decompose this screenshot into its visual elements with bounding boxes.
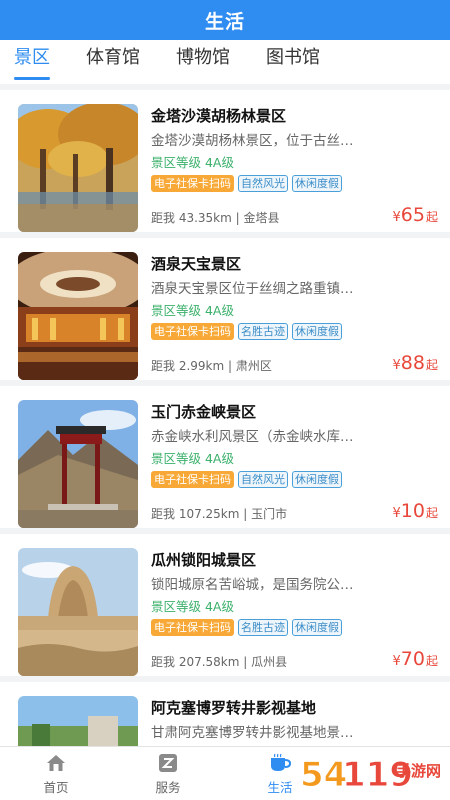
- tag-category: 休闲度假: [292, 323, 342, 340]
- scenic-name: 酒泉天宝景区: [151, 255, 242, 273]
- scenic-price: ¥ 70 起: [393, 648, 438, 670]
- watermark-logo: 54 119 手游网: [296, 746, 446, 798]
- scenic-name: 玉门赤金峡景区: [151, 403, 257, 421]
- scenic-meta-row: 距我 107.25km | 玉门市 ¥ 10 起: [151, 500, 438, 522]
- tab-stadium[interactable]: 体育馆: [86, 40, 140, 84]
- tabbar-item-home[interactable]: 首页: [0, 747, 112, 800]
- category-tabs: 景区 体育馆 博物馆 图书馆: [0, 40, 450, 84]
- price-unit: 起: [425, 506, 438, 520]
- price-currency: ¥: [392, 358, 401, 373]
- tag-category: 休闲度假: [292, 471, 342, 488]
- service-icon: [156, 752, 180, 774]
- price-value: 65: [400, 204, 425, 226]
- price-unit: 起: [425, 654, 438, 668]
- price-value: 10: [400, 500, 425, 522]
- tag-list: 电子社保卡扫码 自然风光 休闲度假: [151, 471, 438, 488]
- tag-category: 自然风光: [238, 175, 288, 192]
- list-item[interactable]: 酒泉天宝景区 酒泉天宝景区位于丝绸之路重镇… 景区等级 4A级 电子社保卡扫码 …: [0, 238, 450, 380]
- tag-social-security-scan: 电子社保卡扫码: [151, 619, 234, 636]
- scenic-name: 瓜州锁阳城景区: [151, 551, 257, 569]
- tag-list: 电子社保卡扫码 自然风光 休闲度假: [151, 175, 438, 192]
- tag-category: 休闲度假: [292, 619, 342, 636]
- header-bar: 生活: [0, 0, 450, 40]
- price-unit: 起: [425, 358, 438, 372]
- list-item[interactable]: 阿克塞博罗转井影视基地 甘肃阿克塞博罗转井影视基地景…: [0, 682, 450, 746]
- tag-category: 自然风光: [238, 471, 288, 488]
- tag-list: 电子社保卡扫码 名胜古迹 休闲度假: [151, 619, 438, 636]
- tab-library[interactable]: 图书馆: [266, 40, 320, 84]
- tag-category: 名胜古迹: [238, 323, 288, 340]
- tabbar-item-service[interactable]: 服务: [112, 747, 224, 800]
- scenic-info: 酒泉天宝景区 酒泉天宝景区位于丝绸之路重镇… 景区等级 4A级 电子社保卡扫码 …: [151, 252, 438, 380]
- price-unit: 起: [425, 210, 438, 224]
- price-currency: ¥: [392, 506, 401, 521]
- tag-category: 名胜古迹: [238, 619, 288, 636]
- tabbar-label: 生活: [267, 779, 293, 795]
- tab-scenic[interactable]: 景区: [14, 40, 50, 84]
- scenic-price: ¥ 88 起: [393, 352, 438, 374]
- tab-museum[interactable]: 博物馆: [176, 40, 230, 84]
- scenic-name: 阿克塞博罗转井影视基地: [151, 699, 317, 717]
- tabbar-label: 首页: [43, 779, 69, 795]
- scenic-name: 金塔沙漠胡杨林景区: [151, 107, 287, 125]
- scenic-price: ¥ 65 起: [393, 204, 438, 226]
- scenic-level: 景区等级 4A级: [151, 599, 234, 614]
- scenic-level: 景区等级 4A级: [151, 303, 234, 318]
- price-currency: ¥: [392, 654, 401, 669]
- scenic-info: 金塔沙漠胡杨林景区 金塔沙漠胡杨林景区，位于古丝… 景区等级 4A级 电子社保卡…: [151, 104, 438, 232]
- scenic-description: 甘肃阿克塞博罗转井影视基地景…: [151, 725, 354, 741]
- scenic-photo-poplar-forest: [18, 104, 138, 232]
- scenic-meta-row: 距我 2.99km | 肃州区 ¥ 88 起: [151, 352, 438, 374]
- scenic-distance: 距我 2.99km | 肃州区: [151, 359, 272, 373]
- scenic-photo-gate: [18, 400, 138, 528]
- scenic-info: 瓜州锁阳城景区 锁阳城原名苦峪城，是国务院公… 景区等级 4A级 电子社保卡扫码…: [151, 548, 438, 676]
- scenic-photo-tianbao-hall: [18, 252, 138, 380]
- scenic-info: 玉门赤金峡景区 赤金峡水利风景区（赤金峡水库… 景区等级 4A级 电子社保卡扫码…: [151, 400, 438, 528]
- list-item[interactable]: 玉门赤金峡景区 赤金峡水利风景区（赤金峡水库… 景区等级 4A级 电子社保卡扫码…: [0, 386, 450, 528]
- list-item[interactable]: 金塔沙漠胡杨林景区 金塔沙漠胡杨林景区，位于古丝… 景区等级 4A级 电子社保卡…: [0, 90, 450, 232]
- scenic-info: 阿克塞博罗转井影视基地 甘肃阿克塞博罗转井影视基地景…: [151, 696, 438, 746]
- scenic-distance: 距我 207.58km | 瓜州县: [151, 655, 288, 669]
- scenic-description: 酒泉天宝景区位于丝绸之路重镇…: [151, 281, 354, 297]
- price-currency: ¥: [392, 210, 401, 225]
- scenic-description: 金塔沙漠胡杨林景区，位于古丝…: [151, 133, 354, 149]
- svg-text:手游网: 手游网: [396, 762, 441, 780]
- svg-text:54: 54: [300, 755, 347, 795]
- scenic-list[interactable]: 金塔沙漠胡杨林景区 金塔沙漠胡杨林景区，位于古丝… 景区等级 4A级 电子社保卡…: [0, 90, 450, 746]
- page-title: 生活: [204, 10, 245, 33]
- scenic-price: ¥ 10 起: [393, 500, 438, 522]
- tag-list: 电子社保卡扫码 名胜古迹 休闲度假: [151, 323, 438, 340]
- tag-social-security-scan: 电子社保卡扫码: [151, 323, 234, 340]
- scenic-description: 赤金峡水利风景区（赤金峡水库…: [151, 429, 354, 445]
- scenic-distance: 距我 43.35km | 金塔县: [151, 211, 280, 225]
- scenic-photo-film-base: [18, 696, 138, 746]
- tag-social-security-scan: 电子社保卡扫码: [151, 471, 234, 488]
- price-value: 70: [400, 648, 425, 670]
- scenic-level: 景区等级 4A级: [151, 155, 234, 170]
- scenic-distance: 距我 107.25km | 玉门市: [151, 507, 288, 521]
- tag-category: 休闲度假: [292, 175, 342, 192]
- list-item[interactable]: 瓜州锁阳城景区 锁阳城原名苦峪城，是国务院公… 景区等级 4A级 电子社保卡扫码…: [0, 534, 450, 676]
- scenic-photo-ruins: [18, 548, 138, 676]
- price-value: 88: [400, 352, 425, 374]
- page: 生活 景区 体育馆 博物馆 图书馆 金塔沙漠胡杨林景区 金塔沙漠胡杨林景区，位于…: [0, 0, 450, 800]
- scenic-meta-row: 距我 43.35km | 金塔县 ¥ 65 起: [151, 204, 438, 226]
- home-icon: [44, 752, 68, 774]
- tag-social-security-scan: 电子社保卡扫码: [151, 175, 234, 192]
- scenic-level: 景区等级 4A级: [151, 451, 234, 466]
- coffee-cup-icon: [268, 752, 292, 774]
- scenic-description: 锁阳城原名苦峪城，是国务院公…: [151, 577, 354, 593]
- tabbar-label: 服务: [155, 779, 181, 795]
- scenic-meta-row: 距我 207.58km | 瓜州县 ¥ 70 起: [151, 648, 438, 670]
